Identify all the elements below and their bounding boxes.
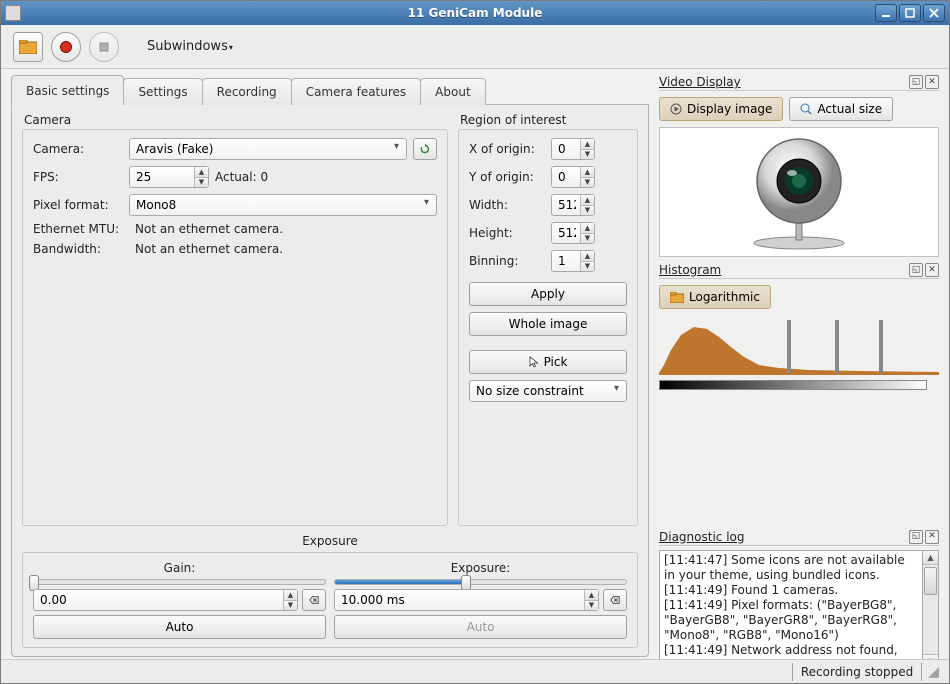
mtu-label: Ethernet MTU: (33, 222, 129, 236)
diag-detach-button[interactable]: ◱ (909, 530, 923, 544)
diag-close-button[interactable]: ✕ (925, 530, 939, 544)
exposure-reset-button[interactable] (603, 589, 627, 611)
pixelformat-label: Pixel format: (33, 198, 123, 212)
resize-grip-icon[interactable]: ◢ (928, 664, 939, 680)
folder-icon (670, 292, 684, 303)
logarithmic-toggle[interactable]: Logarithmic (659, 285, 771, 309)
mtu-value: Not an ethernet camera. (135, 222, 283, 236)
cursor-icon (529, 356, 539, 368)
app-window: 11 GeniCam Module Subwindows Basic setti… (0, 0, 950, 684)
minimize-button[interactable] (875, 4, 897, 22)
tab-pane-basic: Camera Camera: Aravis (Fake) (11, 104, 649, 657)
camera-label: Camera: (33, 142, 123, 156)
clear-icon (610, 595, 620, 605)
bandwidth-label: Bandwidth: (33, 242, 129, 256)
roi-h-label: Height: (469, 226, 545, 240)
video-detach-button[interactable]: ◱ (909, 75, 923, 89)
exposure-input[interactable] (334, 589, 599, 611)
diagnostic-log-title: Diagnostic log (659, 530, 909, 544)
histogram-gradient (659, 380, 927, 390)
exposure-auto-button: Auto (334, 615, 627, 639)
histogram-section: Histogram ◱✕ Logarithmic (659, 263, 939, 390)
statusbar: Recording stopped ◢ (1, 659, 949, 683)
tab-basic-settings[interactable]: Basic settings (11, 75, 124, 105)
roi-x-label: X of origin: (469, 142, 545, 156)
roi-constraint-select[interactable]: No size constraint (469, 380, 627, 402)
gain-auto-button[interactable]: Auto (33, 615, 326, 639)
actual-size-button[interactable]: Actual size (789, 97, 893, 121)
folder-icon (19, 40, 37, 54)
roi-y-label: Y of origin: (469, 170, 545, 184)
roi-panel: X of origin:▲▼ Y of origin:▲▼ Width:▲▼ H… (458, 129, 638, 526)
roi-pick-button[interactable]: Pick (469, 350, 627, 374)
titlebar[interactable]: 11 GeniCam Module (1, 1, 949, 25)
exposure-section-title: Exposure (22, 534, 638, 548)
tab-settings[interactable]: Settings (123, 78, 202, 105)
fps-label: FPS: (33, 170, 123, 184)
gain-slider[interactable] (33, 579, 326, 585)
status-recording: Recording stopped (792, 663, 922, 681)
video-display-section: Video Display ◱✕ Display image Actual si… (659, 75, 939, 257)
tab-camera-features[interactable]: Camera features (291, 78, 421, 105)
refresh-cameras-button[interactable] (413, 138, 437, 160)
camera-panel: Camera: Aravis (Fake) (22, 129, 448, 526)
exposure-panel: Gain: ▲▼ Auto (22, 552, 638, 648)
gain-reset-button[interactable] (302, 589, 326, 611)
display-image-toggle[interactable]: Display image (659, 97, 783, 121)
exposure-slider[interactable] (334, 579, 627, 585)
pixelformat-select[interactable]: Mono8 (129, 194, 437, 216)
video-display-title: Video Display (659, 75, 909, 89)
tabs: Basic settings Settings Recording Camera… (11, 75, 649, 105)
scroll-up-button[interactable]: ▲ (923, 551, 938, 565)
zoom-reset-icon (800, 103, 812, 115)
diagnostic-log-section: Diagnostic log ◱✕ [11:41:47] Some icons … (659, 530, 939, 658)
roi-bin-label: Binning: (469, 254, 545, 268)
histogram-detach-button[interactable]: ◱ (909, 263, 923, 277)
diag-scrollbar[interactable]: ▲ ▼ (923, 550, 939, 670)
refresh-icon (420, 142, 430, 156)
toolbar: Subwindows (1, 25, 949, 69)
tab-recording[interactable]: Recording (202, 78, 292, 105)
diagnostic-log-text[interactable]: [11:41:47] Some icons are not available … (659, 550, 923, 670)
histogram-plot (659, 315, 939, 378)
tab-about[interactable]: About (420, 78, 485, 105)
subwindows-menu[interactable]: Subwindows (147, 39, 233, 54)
webcam-icon (724, 131, 874, 254)
stop-icon (97, 40, 111, 54)
record-button[interactable] (51, 32, 81, 62)
bandwidth-value: Not an ethernet camera. (135, 242, 283, 256)
open-device-button[interactable] (13, 32, 43, 62)
roi-w-label: Width: (469, 198, 545, 212)
exposure-label: Exposure: (334, 561, 627, 575)
fps-actual-label: Actual: 0 (215, 170, 268, 184)
gain-input[interactable] (33, 589, 298, 611)
roi-apply-button[interactable]: Apply (469, 282, 627, 306)
fps-step-up[interactable]: ▲ (194, 167, 208, 178)
video-preview (659, 127, 939, 257)
roi-section-title: Region of interest (458, 113, 638, 127)
fps-step-down[interactable]: ▼ (194, 178, 208, 188)
maximize-button[interactable] (899, 4, 921, 22)
stop-button[interactable] (89, 32, 119, 62)
close-button[interactable] (923, 4, 945, 22)
scroll-thumb[interactable] (924, 567, 937, 595)
window-title: 11 GeniCam Module (1, 6, 949, 20)
video-close-button[interactable]: ✕ (925, 75, 939, 89)
play-icon (670, 103, 682, 115)
camera-section-title: Camera (22, 113, 448, 127)
clear-icon (309, 595, 319, 605)
record-icon (59, 40, 73, 54)
camera-select[interactable]: Aravis (Fake) (129, 138, 407, 160)
histogram-title: Histogram (659, 263, 909, 277)
roi-whole-image-button[interactable]: Whole image (469, 312, 627, 336)
histogram-close-button[interactable]: ✕ (925, 263, 939, 277)
gain-label: Gain: (33, 561, 326, 575)
